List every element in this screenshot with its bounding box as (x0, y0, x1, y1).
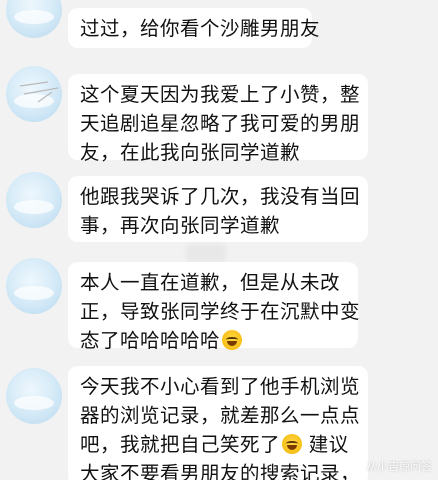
message-text: 建议 (302, 433, 349, 456)
message-text: 器的浏览记录，就差那么一点点 (80, 404, 361, 427)
avatar[interactable] (6, 0, 62, 38)
laughing-face-icon (222, 330, 243, 350)
watermark: 从小吉鲸问答 (366, 460, 432, 473)
message-text: 过过，给你看个沙雕男朋友 (80, 17, 321, 40)
message-text: 正，导致张同学终于在沉默中变 (80, 300, 361, 323)
avatar[interactable] (6, 258, 62, 314)
message-text: 大家不要看男朋友的搜索记录， (80, 462, 361, 480)
message-text: 本人一直在道歉，但是从未改 (80, 271, 341, 294)
message-text: 态了哈哈哈哈哈 (80, 329, 221, 352)
message-text: 他跟我哭诉了几次，我没有当回 (80, 185, 361, 208)
message-text: 友，在此我向张同学道歉 (80, 141, 301, 164)
message-text: 吧，我就把自己笑死了 (80, 433, 281, 456)
message-bubble[interactable]: 今天我不小心看到了他手机浏览 器的浏览记录，就差那么一点点 吧，我就把自己笑死了… (68, 366, 368, 480)
avatar[interactable] (6, 172, 62, 228)
message-text: 事，再次向张同学道歉 (80, 214, 281, 237)
message-bubble[interactable]: 过过，给你看个沙雕男朋友 (68, 8, 321, 48)
message-text-with-emoji: 吧，我就把自己笑死了 建议 (80, 430, 356, 459)
message-bubble[interactable]: 这个夏天因为我爱上了小赞，整 天追剧追星忽略了我可爱的男朋 友，在此我向张同学道… (68, 74, 368, 164)
message-text: 这个夏天因为我爱上了小赞，整 (80, 83, 361, 106)
message-text-with-emoji: 态了哈哈哈哈哈 (80, 326, 346, 355)
blurred-area (186, 244, 226, 262)
message-bubble[interactable]: 本人一直在道歉，但是从未改 正，导致张同学终于在沉默中变 态了哈哈哈哈哈 (68, 262, 361, 352)
message-text: 天追剧追星忽略了我可爱的男朋 (80, 112, 361, 135)
laughing-face-icon (282, 434, 303, 454)
message-text: 今天我不小心看到了他手机浏览 (80, 375, 361, 398)
message-bubble[interactable]: 他跟我哭诉了几次，我没有当回 事，再次向张同学道歉 (68, 176, 368, 242)
avatar[interactable] (6, 368, 62, 424)
